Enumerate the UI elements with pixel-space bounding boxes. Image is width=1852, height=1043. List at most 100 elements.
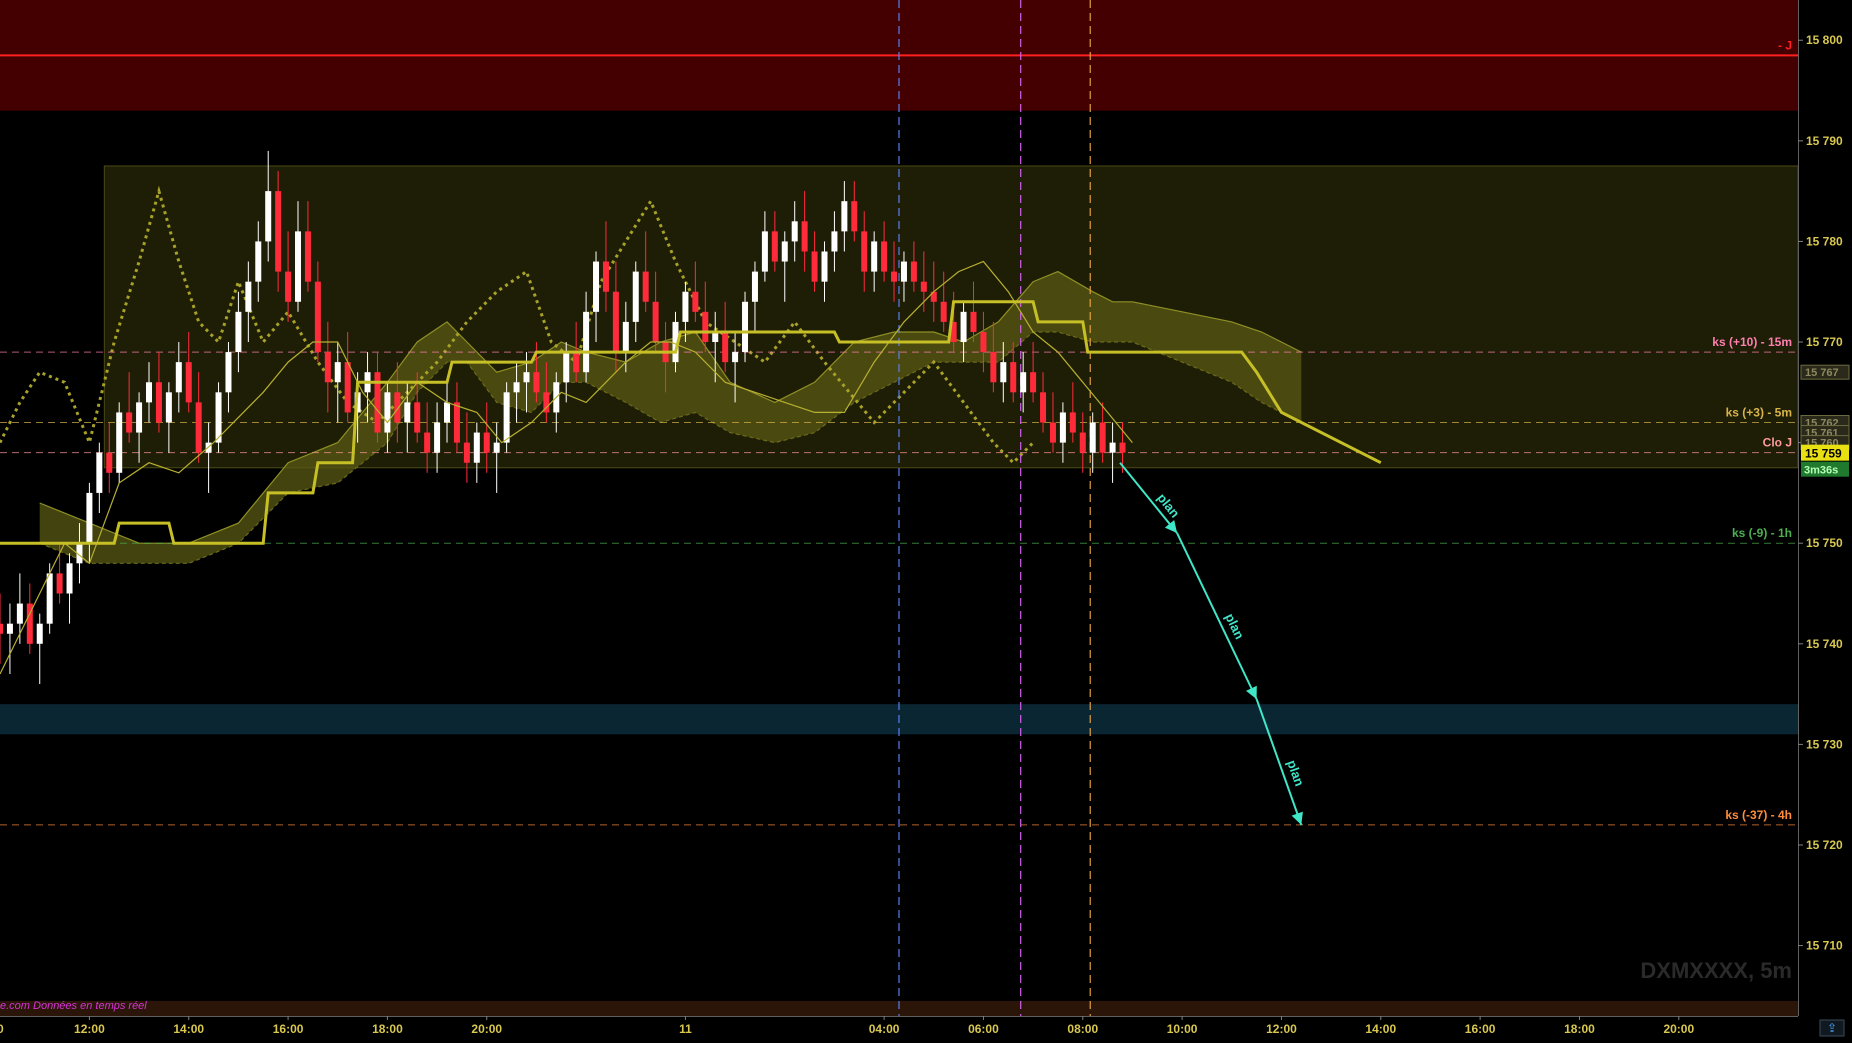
candle-body-108[interactable] — [1069, 412, 1076, 433]
candle-body-60[interactable] — [593, 261, 600, 312]
candle-body-88[interactable] — [871, 241, 878, 272]
candle-body-109[interactable] — [1079, 432, 1086, 453]
candle-body-48[interactable] — [473, 432, 480, 463]
chart-canvas[interactable]: - J ks (+10) - 15m ks (+3) - 5m Clo J ks (-9… — [0, 0, 1852, 1038]
candle-body-69[interactable] — [682, 291, 689, 322]
candle-body-14[interactable] — [136, 402, 143, 433]
candle-body-61[interactable] — [602, 261, 609, 292]
candle-body-40[interactable] — [394, 392, 401, 423]
candle-body-11[interactable] — [106, 452, 113, 473]
candle-body-46[interactable] — [453, 402, 460, 443]
candle-body-64[interactable] — [632, 271, 639, 322]
candle-body-103[interactable] — [1020, 372, 1027, 393]
candle-body-31[interactable] — [304, 231, 311, 282]
candle-body-43[interactable] — [424, 432, 431, 453]
candle-body-81[interactable] — [801, 221, 808, 252]
candle-body-66[interactable] — [652, 301, 659, 343]
candle-body-53[interactable] — [523, 372, 530, 383]
candle-body-1[interactable] — [6, 623, 13, 634]
candle-body-113[interactable] — [1119, 442, 1126, 453]
candle-body-62[interactable] — [612, 291, 619, 353]
candle-body-70[interactable] — [692, 291, 699, 312]
candle-body-0[interactable] — [0, 623, 3, 634]
candle-body-5[interactable] — [46, 573, 53, 624]
candle-body-51[interactable] — [503, 392, 510, 443]
candle-body-50[interactable] — [493, 442, 500, 453]
price-axis[interactable] — [1798, 0, 1852, 1038]
candle-body-75[interactable] — [742, 301, 749, 353]
candle-body-4[interactable] — [36, 623, 43, 644]
candle-body-77[interactable] — [761, 231, 768, 272]
candle-body-111[interactable] — [1099, 422, 1106, 453]
candle-body-24[interactable] — [235, 311, 242, 353]
candle-body-107[interactable] — [1059, 412, 1066, 443]
candle-body-86[interactable] — [851, 201, 858, 232]
candle-body-28[interactable] — [275, 191, 282, 272]
candle-body-93[interactable] — [920, 281, 927, 292]
candle-body-95[interactable] — [940, 301, 947, 322]
candle-body-112[interactable] — [1109, 442, 1116, 453]
candle-body-59[interactable] — [583, 311, 590, 373]
candle-body-83[interactable] — [821, 251, 828, 282]
candle-body-97[interactable] — [960, 311, 967, 343]
candle-body-45[interactable] — [444, 402, 451, 423]
candle-body-65[interactable] — [642, 271, 649, 302]
candle-body-47[interactable] — [463, 442, 470, 463]
candle-body-23[interactable] — [225, 352, 232, 393]
candle-body-90[interactable] — [891, 271, 898, 282]
candle-body-42[interactable] — [414, 402, 421, 433]
candle-body-33[interactable] — [324, 352, 331, 383]
candle-body-10[interactable] — [96, 452, 103, 493]
candle-body-57[interactable] — [563, 352, 570, 383]
candle-body-71[interactable] — [702, 311, 709, 343]
candle-body-20[interactable] — [195, 402, 202, 453]
candle-body-58[interactable] — [573, 352, 580, 373]
candle-body-18[interactable] — [175, 362, 182, 393]
candle-body-85[interactable] — [841, 201, 848, 232]
candle-body-54[interactable] — [533, 372, 540, 393]
candle-body-41[interactable] — [404, 402, 411, 423]
candle-body-82[interactable] — [811, 251, 818, 282]
candle-body-91[interactable] — [900, 261, 907, 282]
candle-body-80[interactable] — [791, 221, 798, 242]
candle-body-52[interactable] — [513, 382, 520, 393]
candle-body-98[interactable] — [970, 311, 977, 332]
candle-body-99[interactable] — [980, 331, 987, 353]
candle-body-105[interactable] — [1040, 392, 1047, 423]
candle-body-35[interactable] — [344, 362, 351, 413]
candle-body-34[interactable] — [334, 362, 341, 383]
candle-body-104[interactable] — [1030, 372, 1037, 393]
candle-body-12[interactable] — [116, 412, 123, 473]
candle-body-84[interactable] — [831, 231, 838, 252]
candle-body-74[interactable] — [732, 352, 739, 363]
candle-body-26[interactable] — [255, 241, 262, 282]
candle-body-100[interactable] — [990, 352, 997, 383]
candle-body-73[interactable] — [722, 331, 729, 363]
candle-body-87[interactable] — [861, 231, 868, 272]
candle-body-15[interactable] — [146, 382, 153, 403]
candle-body-6[interactable] — [56, 573, 63, 594]
candle-body-92[interactable] — [910, 261, 917, 282]
candle-body-7[interactable] — [66, 563, 73, 594]
candle-body-76[interactable] — [751, 271, 758, 302]
candle-body-79[interactable] — [781, 241, 788, 262]
chart-container[interactable]: - J ks (+10) - 15m ks (+3) - 5m Clo J ks (-9… — [0, 0, 1852, 1038]
candle-body-39[interactable] — [384, 392, 391, 433]
candle-body-49[interactable] — [483, 432, 490, 453]
candle-body-89[interactable] — [881, 241, 888, 272]
candle-body-2[interactable] — [16, 603, 23, 624]
candle-body-16[interactable] — [155, 382, 162, 423]
candle-body-25[interactable] — [245, 281, 252, 312]
candle-body-17[interactable] — [165, 392, 172, 423]
candle-body-19[interactable] — [185, 362, 192, 403]
candle-body-78[interactable] — [771, 231, 778, 262]
candle-body-102[interactable] — [1010, 362, 1017, 393]
candle-body-44[interactable] — [434, 422, 441, 453]
candle-body-29[interactable] — [285, 271, 292, 302]
candle-body-101[interactable] — [1000, 362, 1007, 383]
candle-body-63[interactable] — [622, 321, 629, 353]
candle-body-110[interactable] — [1089, 422, 1096, 453]
candle-body-9[interactable] — [86, 492, 93, 544]
candle-body-106[interactable] — [1049, 422, 1056, 443]
candle-body-13[interactable] — [126, 412, 133, 433]
